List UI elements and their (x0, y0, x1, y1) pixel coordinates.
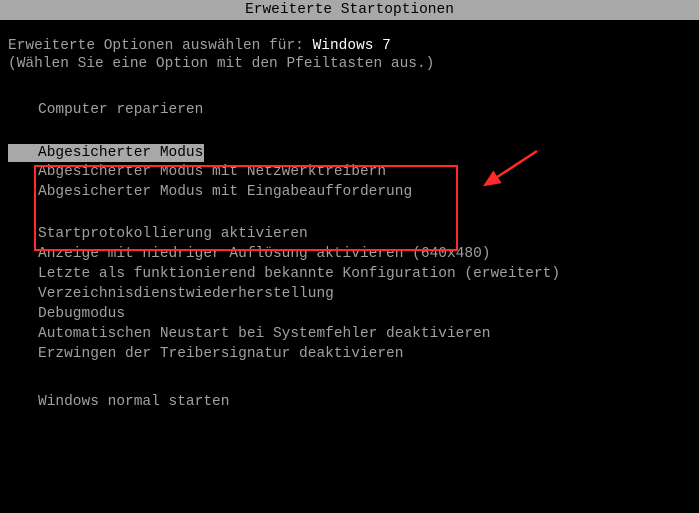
selection-caret (8, 144, 38, 162)
option-low-res-video[interactable]: Anzeige mit niedriger Auflösung aktivier… (38, 244, 691, 264)
option-enable-boot-logging[interactable]: Startprotokollierung aktivieren (38, 224, 691, 244)
title-text: Erweiterte Startoptionen (245, 2, 454, 18)
title-bar: Erweiterte Startoptionen (0, 0, 699, 20)
option-start-windows-normally[interactable]: Windows normal starten (38, 392, 691, 412)
group-repair: Computer reparieren (38, 100, 691, 120)
option-safe-mode[interactable]: Abgesicherter Modus (8, 144, 691, 162)
content-area: Erweiterte Optionen auswählen für: Windo… (0, 20, 699, 412)
group-advanced: Startprotokollierung aktivieren Anzeige … (38, 224, 691, 364)
group-normal: Windows normal starten (38, 392, 691, 412)
option-safe-mode-label: Abgesicherter Modus (38, 144, 204, 162)
option-disable-auto-restart[interactable]: Automatischen Neustart bei Systemfehler … (38, 324, 691, 344)
option-safe-mode-command-prompt[interactable]: Abgesicherter Modus mit Eingabeaufforder… (38, 182, 691, 202)
group-safe-modes: Abgesicherter Modus Abgesicherter Modus … (38, 144, 691, 202)
intro-hint: (Wählen Sie eine Option mit den Pfeiltas… (8, 56, 691, 72)
option-last-known-good[interactable]: Letzte als funktionierend bekannte Konfi… (38, 264, 691, 284)
os-name: Windows 7 (313, 38, 391, 54)
option-directory-services-restore[interactable]: Verzeichnisdienstwiederherstellung (38, 284, 691, 304)
intro-line: Erweiterte Optionen auswählen für: Windo… (8, 38, 691, 54)
option-debugging-mode[interactable]: Debugmodus (38, 304, 691, 324)
option-repair-computer[interactable]: Computer reparieren (38, 100, 691, 120)
option-safe-mode-networking[interactable]: Abgesicherter Modus mit Netzwerktreibern (38, 162, 691, 182)
option-disable-driver-signature[interactable]: Erzwingen der Treibersignatur deaktivier… (38, 344, 691, 364)
intro-prefix: Erweiterte Optionen auswählen für: (8, 38, 304, 54)
